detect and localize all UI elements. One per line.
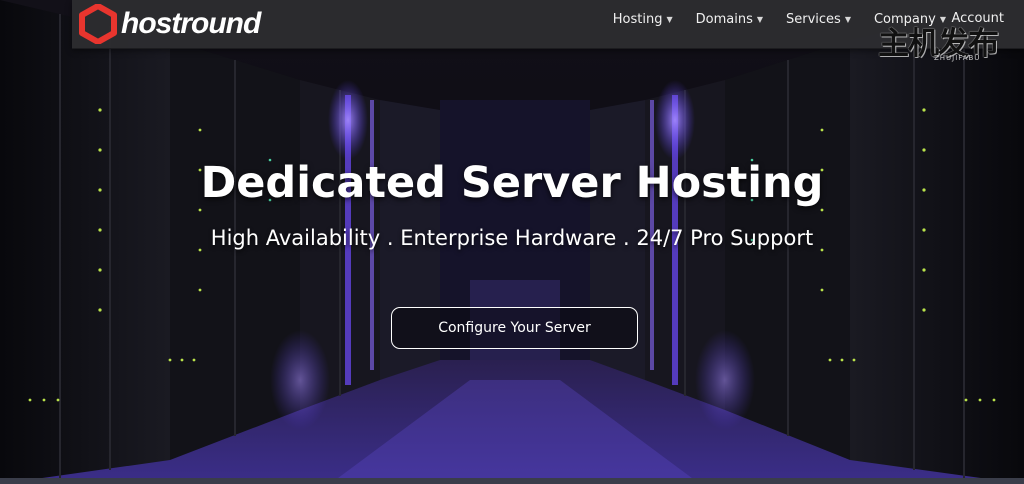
nav-item-label: Domains xyxy=(695,11,753,27)
nav-item-domains[interactable]: Domains ▼ xyxy=(696,12,763,27)
bottom-strip xyxy=(0,478,1024,484)
nav-item-label: Services xyxy=(786,11,841,27)
brand-logo[interactable]: hostround xyxy=(78,3,261,45)
hero-title: Dedicated Server Hosting xyxy=(200,158,824,208)
nav-item-hosting[interactable]: Hosting ▼ xyxy=(613,12,673,27)
chevron-down-icon: ▼ xyxy=(756,14,763,24)
nav-item-label: Hosting xyxy=(612,11,663,27)
watermark-subtext: ZHUJIFABU xyxy=(934,54,981,62)
configure-server-button[interactable]: Configure Your Server xyxy=(391,307,638,349)
hero-subtitle: High Availability . Enterprise Hardware … xyxy=(210,226,814,250)
nav-item-services[interactable]: Services ▼ xyxy=(786,12,851,27)
brand-name: hostround xyxy=(121,7,261,40)
hexagon-ring-icon xyxy=(79,4,117,44)
chevron-down-icon: ▼ xyxy=(844,14,851,24)
site-watermark: 主机发布 ZHUJIFABU xyxy=(878,18,1008,62)
chevron-down-icon: ▼ xyxy=(666,14,673,24)
